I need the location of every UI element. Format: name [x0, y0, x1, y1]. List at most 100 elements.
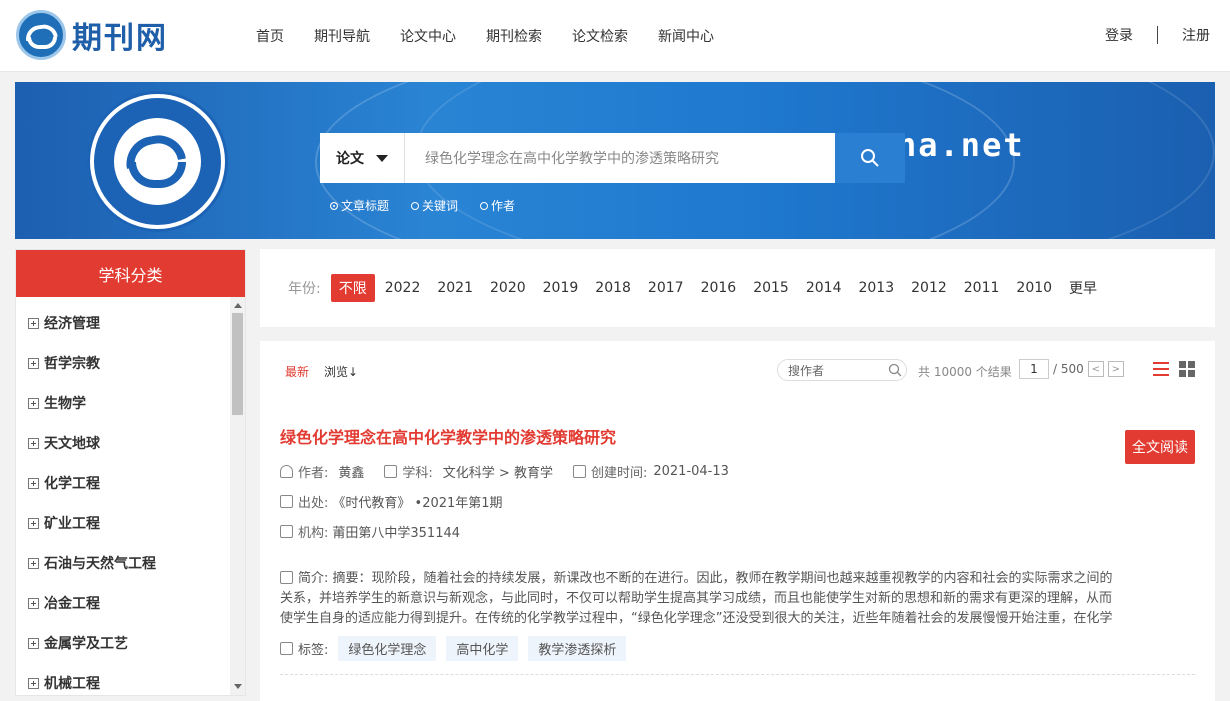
search-button[interactable]: [835, 133, 905, 183]
year-filter: 年份: 不限 2022 2021 2020 2019 2018 2017 201…: [260, 249, 1215, 327]
sidebar-item-economics[interactable]: 经济管理: [16, 297, 230, 337]
tag-item[interactable]: 高中化学: [446, 636, 519, 661]
grid-view-icon[interactable]: [1179, 361, 1195, 377]
sort-latest[interactable]: 最新: [285, 363, 309, 380]
year-option[interactable]: 2014: [806, 280, 842, 296]
sidebar-item-label: 化学工程: [44, 476, 100, 492]
site-logo[interactable]: 期刊网: [16, 8, 176, 62]
article-source[interactable]: 《时代教育》 •2021年第1期: [332, 492, 502, 511]
results-panel: 最新 浏览↓ 搜作者 共 10000 个结果 1 / 500 < > 绿色化学理…: [260, 341, 1215, 701]
search-type-dropdown[interactable]: 论文: [320, 133, 405, 183]
sidebar-item-chemical-eng[interactable]: 化学工程: [16, 457, 230, 497]
search-icon[interactable]: [888, 363, 902, 377]
register-link[interactable]: 注册: [1182, 25, 1210, 45]
article-meta-row-2: 出处: 《时代教育》 •2021年第1期: [280, 492, 503, 511]
year-filter-label: 年份:: [288, 281, 321, 297]
year-option[interactable]: 2012: [911, 280, 947, 296]
sidebar-item-label: 生物学: [44, 396, 86, 412]
search-bar: 论文: [320, 133, 835, 183]
nav-item-journal-search[interactable]: 期刊检索: [486, 26, 542, 46]
tag-item[interactable]: 教学渗透探析: [528, 636, 627, 661]
year-option-all[interactable]: 不限: [330, 274, 375, 302]
option-author[interactable]: 作者: [480, 197, 515, 214]
expand-icon: [28, 437, 39, 449]
expand-icon: [28, 477, 39, 489]
nav-item-news[interactable]: 新闻中心: [658, 26, 714, 46]
year-option[interactable]: 2017: [648, 280, 684, 296]
year-option[interactable]: 2022: [385, 280, 421, 296]
expand-icon: [28, 517, 39, 529]
year-option[interactable]: 2015: [753, 280, 789, 296]
article-created-date: 2021-04-13: [653, 464, 729, 479]
author-label: 作者:: [298, 466, 329, 481]
abstract-label: 简介:: [298, 571, 329, 586]
expand-icon: [28, 357, 39, 369]
sidebar-item-philosophy[interactable]: 哲学宗教: [16, 337, 230, 377]
document-icon: [280, 571, 293, 584]
year-option[interactable]: 2016: [701, 280, 737, 296]
sidebar-item-metallurgy[interactable]: 冶金工程: [16, 577, 230, 617]
prev-page-icon[interactable]: <: [1087, 361, 1104, 377]
year-option[interactable]: 2013: [858, 280, 894, 296]
scroll-down-icon[interactable]: [234, 684, 242, 689]
expand-icon: [28, 317, 39, 329]
sidebar-item-biology[interactable]: 生物学: [16, 377, 230, 417]
expand-icon: [28, 677, 39, 689]
main-nav: 首页 期刊导航 论文中心 期刊检索 论文检索 新闻中心: [256, 26, 744, 46]
next-page-icon[interactable]: >: [1107, 361, 1124, 377]
option-keyword[interactable]: 关键词: [411, 197, 458, 214]
year-option[interactable]: 2018: [595, 280, 631, 296]
nav-item-paper-center[interactable]: 论文中心: [400, 26, 456, 46]
radio-icon: [480, 201, 489, 210]
article-title[interactable]: 绿色化学理念在高中化学教学中的渗透策略研究: [280, 424, 1195, 448]
subject-list: 经济管理 哲学宗教 生物学 天文地球 化学工程 矿业工程 石油与天然气工程 冶金…: [16, 297, 230, 695]
expand-icon: [28, 557, 39, 569]
tag-item[interactable]: 绿色化学理念: [338, 636, 437, 661]
result-divider: [280, 674, 1195, 675]
subject-icon: [384, 465, 398, 478]
expand-icon: [28, 397, 39, 409]
year-option[interactable]: 2011: [964, 280, 1000, 296]
page-total: / 500: [1053, 362, 1084, 376]
sidebar-scrollbar[interactable]: [230, 297, 245, 695]
tags-label: 标签:: [298, 643, 329, 658]
org-label: 机构:: [298, 526, 329, 541]
sidebar-item-metal-science[interactable]: 金属学及工艺: [16, 617, 230, 657]
year-option[interactable]: 2020: [490, 280, 526, 296]
sidebar-item-astronomy[interactable]: 天文地球: [16, 417, 230, 457]
login-link[interactable]: 登录: [1105, 25, 1133, 45]
list-view-icon[interactable]: [1153, 361, 1169, 377]
institution-icon: [280, 525, 293, 538]
logo-emblem-icon: [16, 10, 66, 60]
year-option[interactable]: 2019: [543, 280, 579, 296]
abstract-text: 摘要：现阶段，随着社会的持续发展，新课改也不断的在进行。因此，教师在教学期间也越…: [280, 571, 1113, 626]
sort-browse[interactable]: 浏览↓: [324, 363, 358, 380]
sidebar-item-mining[interactable]: 矿业工程: [16, 497, 230, 537]
scroll-up-icon[interactable]: [234, 303, 242, 308]
sidebar-item-mechanical[interactable]: 机械工程: [16, 657, 230, 695]
read-fulltext-button[interactable]: 全文阅读: [1125, 430, 1195, 464]
tag-search-icon: [280, 642, 293, 655]
site-header: 期刊网 首页 期刊导航 论文中心 期刊检索 论文检索 新闻中心 登录 注册: [0, 0, 1230, 72]
page-input[interactable]: 1: [1019, 359, 1049, 379]
auth-links: 登录 注册: [1105, 25, 1210, 45]
year-option[interactable]: 2021: [437, 280, 473, 296]
author-search-input[interactable]: 搜作者: [777, 359, 907, 381]
nav-item-journal-nav[interactable]: 期刊导航: [314, 26, 370, 46]
sidebar-item-petroleum[interactable]: 石油与天然气工程: [16, 537, 230, 577]
sidebar-item-label: 石油与天然气工程: [44, 556, 156, 572]
article-meta-row-1: 作者: 黄鑫 学科: 文化科学 > 教育学 创建时间: 2021-04-13: [280, 462, 729, 481]
year-option[interactable]: 2010: [1016, 280, 1052, 296]
article-item: 绿色化学理念在高中化学教学中的渗透策略研究 全文阅读 作者: 黄鑫 学科: 文化…: [280, 424, 1195, 661]
nav-item-paper-search[interactable]: 论文检索: [572, 26, 628, 46]
year-option-earlier[interactable]: 更早: [1069, 278, 1097, 298]
search-input[interactable]: [405, 150, 835, 166]
option-title-label: 文章标题: [341, 199, 390, 213]
article-author[interactable]: 黄鑫: [338, 462, 364, 481]
nav-item-home[interactable]: 首页: [256, 26, 284, 46]
option-title[interactable]: 文章标题: [330, 197, 389, 214]
sidebar-item-label: 机械工程: [44, 676, 100, 692]
sidebar-item-label: 哲学宗教: [44, 356, 100, 372]
subject-label: 学科:: [402, 466, 433, 481]
scrollbar-thumb[interactable]: [232, 313, 243, 415]
